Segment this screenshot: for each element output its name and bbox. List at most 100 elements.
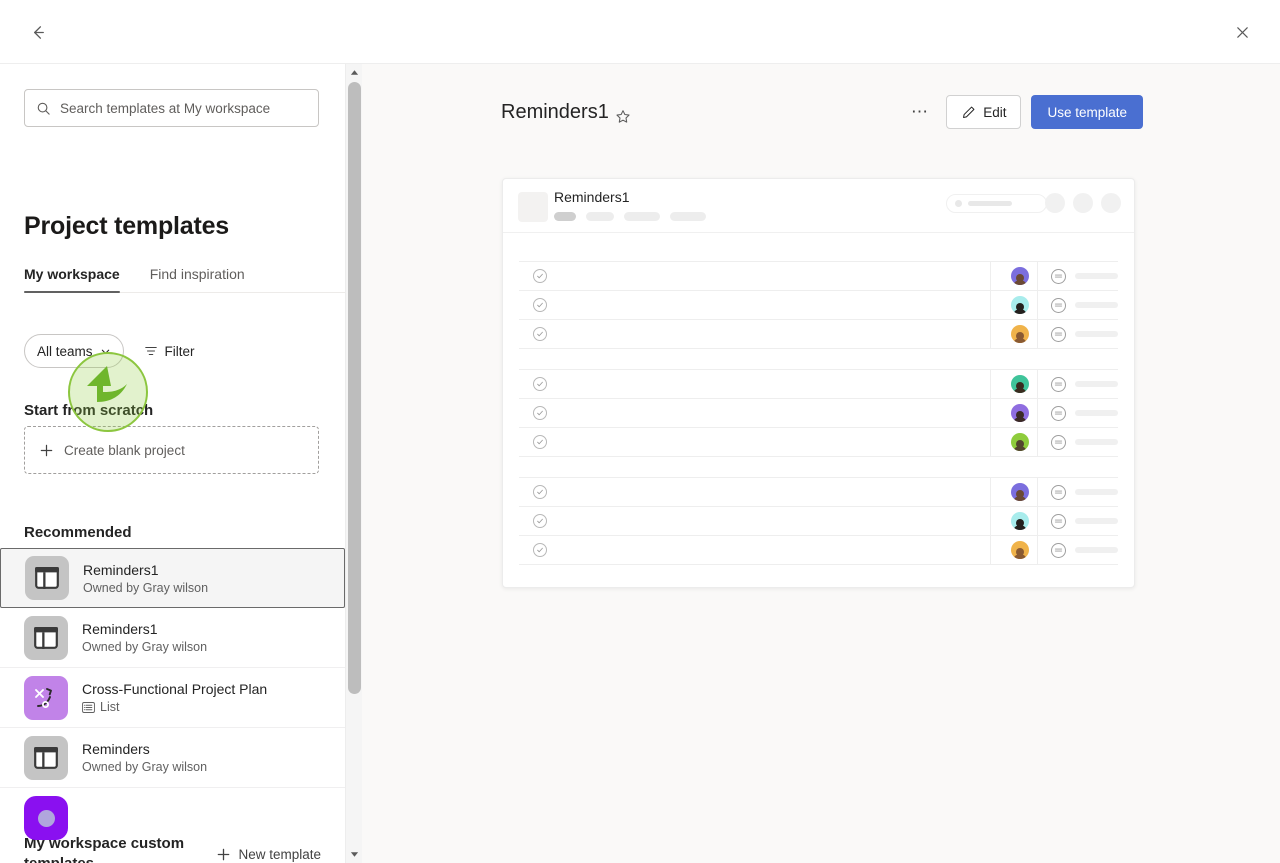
create-blank-project-button[interactable]: Create blank project	[24, 426, 319, 474]
preview-nav-chips	[554, 212, 706, 221]
section-recommended: Recommended	[24, 524, 132, 541]
template-item-name: Reminders1	[83, 561, 159, 578]
task-complete-icon[interactable]	[533, 327, 547, 341]
column-separator	[1037, 370, 1038, 398]
preview-search-icon	[955, 200, 962, 207]
assignee-avatar[interactable]	[1011, 267, 1029, 285]
edit-button[interactable]: Edit	[946, 95, 1022, 129]
assignee-avatar[interactable]	[1011, 296, 1029, 314]
scroll-up-arrow[interactable]	[346, 64, 363, 81]
preview-task-row[interactable]	[519, 399, 1118, 428]
sidebar-scrollbar[interactable]	[345, 64, 362, 863]
calendar-icon	[1051, 484, 1066, 500]
preview-circle	[1101, 193, 1121, 213]
preview-task-row[interactable]	[519, 428, 1118, 457]
task-complete-icon[interactable]	[533, 298, 547, 312]
due-date-cell[interactable]	[1051, 484, 1118, 500]
back-button[interactable]	[22, 16, 54, 48]
assignee-avatar[interactable]	[1011, 404, 1029, 422]
calendar-icon	[1051, 376, 1066, 392]
template-detail-header: Reminders1 ⋯ Edit Use template	[501, 95, 1143, 141]
preview-task-row[interactable]	[519, 536, 1118, 565]
task-complete-icon[interactable]	[533, 485, 547, 499]
plus-icon	[40, 444, 53, 456]
template-item-subtitle: Owned by Gray wilson	[82, 640, 207, 654]
use-template-label: Use template	[1047, 104, 1127, 120]
column-separator	[990, 428, 991, 456]
template-item-name: Reminders1	[82, 621, 158, 637]
calendar-icon	[1051, 434, 1066, 450]
preview-task-group	[519, 261, 1118, 349]
preview-task-row[interactable]	[519, 507, 1118, 536]
due-date-cell[interactable]	[1051, 513, 1118, 529]
template-item-subtitle-text: List	[100, 700, 120, 714]
task-complete-icon[interactable]	[533, 543, 547, 557]
preview-title: Reminders1	[554, 189, 630, 205]
task-complete-icon[interactable]	[533, 269, 547, 283]
search-icon	[36, 101, 51, 116]
assignee-avatar[interactable]	[1011, 541, 1029, 559]
use-template-button[interactable]: Use template	[1031, 95, 1143, 129]
page-title: Project templates	[24, 212, 230, 240]
close-button[interactable]	[1226, 16, 1258, 48]
column-separator	[990, 262, 991, 290]
header-actions: ⋯ Edit Use template	[904, 95, 1143, 129]
due-date-cell[interactable]	[1051, 542, 1118, 558]
board-icon	[24, 735, 68, 780]
preview-task-row[interactable]	[519, 320, 1118, 349]
tab-find-inspiration[interactable]: Find inspiration	[150, 266, 245, 292]
due-date-cell[interactable]	[1051, 405, 1118, 421]
due-date-cell[interactable]	[1051, 268, 1118, 284]
template-title: Reminders1	[501, 101, 609, 123]
assignee-avatar[interactable]	[1011, 375, 1029, 393]
template-item-subtitle-text: Owned by Gray wilson	[83, 580, 209, 595]
template-item-subtitle: List	[82, 700, 267, 714]
all-teams-dropdown[interactable]: All teams	[24, 334, 124, 368]
due-date-cell[interactable]	[1051, 297, 1118, 313]
filter-label: Filter	[164, 343, 195, 359]
preview-task-row[interactable]	[519, 291, 1118, 320]
search-box[interactable]	[24, 89, 319, 127]
tab-my-workspace[interactable]: My workspace	[24, 266, 120, 293]
scrollbar-thumb[interactable]	[348, 82, 361, 694]
due-date-placeholder	[1075, 439, 1118, 445]
assignee-avatar[interactable]	[1011, 325, 1029, 343]
template-list-item[interactable]: Reminders1 Owned by Gray wilson	[0, 548, 345, 608]
preview-task-group	[519, 369, 1118, 457]
more-options-button[interactable]: ⋯	[904, 96, 936, 128]
due-date-cell[interactable]	[1051, 376, 1118, 392]
template-list-item[interactable]: Cross-Functional Project Plan List	[0, 668, 345, 728]
assignee-avatar[interactable]	[1011, 433, 1029, 451]
preview-search-bar	[968, 201, 1012, 206]
calendar-icon	[1051, 405, 1066, 421]
calendar-icon	[1051, 297, 1066, 313]
filter-button[interactable]: Filter	[136, 334, 203, 368]
scroll-down-arrow[interactable]	[346, 846, 363, 863]
assignee-avatar[interactable]	[1011, 483, 1029, 501]
task-complete-icon[interactable]	[533, 377, 547, 391]
template-list-item[interactable]: Reminders Owned by Gray wilson	[0, 728, 345, 788]
preview-task-row[interactable]	[519, 478, 1118, 507]
new-template-button[interactable]: New template	[216, 847, 321, 862]
calendar-icon	[1051, 326, 1066, 342]
due-date-cell[interactable]	[1051, 434, 1118, 450]
preview-task-row[interactable]	[519, 262, 1118, 291]
section-start-from-scratch: Start from scratch	[24, 402, 154, 419]
preview-circle	[1073, 193, 1093, 213]
task-complete-icon[interactable]	[533, 514, 547, 528]
assignee-avatar[interactable]	[1011, 512, 1029, 530]
filter-row: All teams Filter	[24, 334, 203, 368]
column-separator	[990, 291, 991, 319]
search-input[interactable]	[60, 100, 318, 116]
due-date-cell[interactable]	[1051, 326, 1118, 342]
arrow-left-icon	[33, 25, 44, 39]
favorite-star-icon[interactable]	[612, 106, 634, 128]
calendar-icon	[1051, 268, 1066, 284]
template-list-item[interactable]: Reminders1 Owned by Gray wilson	[0, 608, 345, 668]
preview-header: Reminders1	[503, 179, 1134, 233]
calendar-icon	[1051, 542, 1066, 558]
preview-circle	[1045, 193, 1065, 213]
preview-task-row[interactable]	[519, 370, 1118, 399]
task-complete-icon[interactable]	[533, 406, 547, 420]
task-complete-icon[interactable]	[533, 435, 547, 449]
